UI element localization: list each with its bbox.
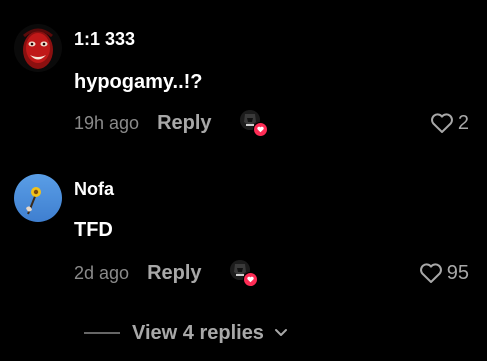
heart-outline-icon [419, 263, 442, 283]
red-face-avatar-icon [14, 24, 62, 72]
reply-button[interactable]: Reply [147, 262, 201, 285]
sky-flower-avatar-icon [14, 174, 62, 222]
reply-button[interactable]: Reply [157, 112, 211, 135]
divider [84, 332, 120, 334]
liked-by-creator-badge [239, 110, 268, 137]
view-replies-button[interactable]: View 4 replies [84, 318, 288, 348]
comment-item: Nofa TFD 2d ago Reply 95 [0, 150, 487, 300]
like-button[interactable]: 2 [430, 109, 469, 137]
comment-item: 1:1 333 hypogamy..!? 19h ago Reply 2 [0, 0, 487, 150]
comment-text: hypogamy..!? [74, 71, 203, 93]
like-count: 95 [446, 261, 469, 284]
comment-meta: 19h ago Reply [74, 109, 268, 137]
heart-outline-icon [430, 113, 453, 133]
like-count: 2 [457, 111, 469, 134]
like-button[interactable]: 95 [419, 259, 469, 287]
username[interactable]: 1:1 333 [74, 29, 135, 50]
comment-text: TFD [74, 219, 113, 241]
avatar[interactable] [14, 24, 62, 72]
timestamp: 19h ago [74, 112, 140, 133]
chevron-down-icon [274, 328, 288, 338]
comment-meta: 2d ago Reply [74, 259, 258, 287]
heart-icon [242, 272, 258, 287]
timestamp: 2d ago [74, 262, 130, 283]
heart-icon [252, 122, 268, 137]
username[interactable]: Nofa [74, 179, 114, 200]
view-replies-label: View 4 replies [132, 321, 264, 344]
avatar[interactable] [14, 174, 62, 222]
liked-by-creator-badge [229, 260, 258, 287]
